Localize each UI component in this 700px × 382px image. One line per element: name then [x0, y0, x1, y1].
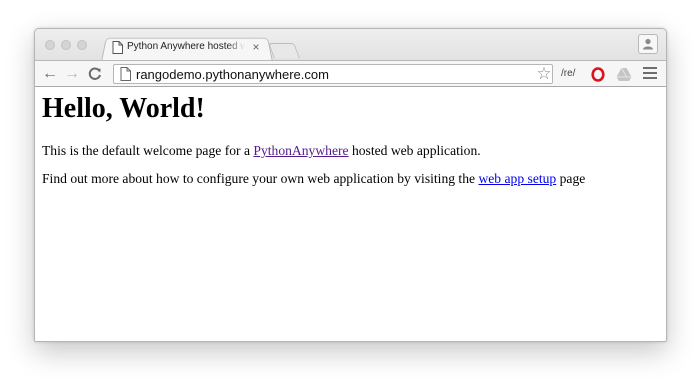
opera-icon[interactable]	[591, 67, 605, 82]
config-text-after: page	[556, 171, 586, 186]
hamburger-menu-icon[interactable]	[643, 67, 657, 81]
forward-button[interactable]: →	[63, 65, 81, 83]
extension-re-button[interactable]: /re/	[561, 68, 575, 79]
bookmark-star-icon[interactable]: ☆	[535, 65, 553, 83]
person-icon	[643, 38, 653, 50]
address-bar[interactable]: rangodemo.pythonanywhere.com	[113, 64, 553, 84]
welcome-paragraph: This is the default welcome page for a P…	[42, 143, 481, 159]
welcome-text-after: hosted web application.	[348, 143, 481, 158]
new-tab-button[interactable]	[268, 43, 300, 58]
close-window-button[interactable]	[45, 40, 55, 50]
zoom-window-button[interactable]	[77, 40, 87, 50]
back-button[interactable]: ←	[41, 65, 59, 83]
profile-button[interactable]	[638, 34, 658, 54]
page-heading: Hello, World!	[42, 93, 205, 124]
pythonanywhere-link[interactable]: PythonAnywhere	[253, 143, 348, 158]
reload-button[interactable]	[86, 65, 104, 83]
config-text-before: Find out more about how to configure you…	[42, 171, 479, 186]
page-content: Hello, World! This is the default welcom…	[35, 87, 666, 341]
welcome-text-before: This is the default welcome page for a	[42, 143, 254, 158]
config-paragraph: Find out more about how to configure you…	[42, 171, 585, 187]
title-bar: Python Anywhere hosted w ×	[35, 29, 666, 62]
web-app-setup-link[interactable]: web app setup	[478, 171, 556, 186]
back-arrow-icon: ←	[42, 65, 58, 82]
forward-arrow-icon: →	[64, 65, 80, 82]
url-text: rangodemo.pythonanywhere.com	[136, 67, 329, 82]
minimize-window-button[interactable]	[61, 40, 71, 50]
document-icon	[112, 41, 123, 54]
toolbar: ← → rangodemo.pythonanywhere.com ☆ /re/	[35, 60, 666, 87]
tab-title: Python Anywhere hosted w	[127, 41, 245, 52]
browser-window: Python Anywhere hosted w × ← → rangodemo…	[34, 28, 667, 342]
drive-icon[interactable]	[616, 67, 632, 82]
page-info-icon	[120, 67, 131, 81]
tab-close-icon[interactable]: ×	[250, 40, 262, 54]
browser-tab-content[interactable]: Python Anywhere hosted w ×	[109, 38, 267, 60]
reload-icon	[88, 67, 101, 80]
